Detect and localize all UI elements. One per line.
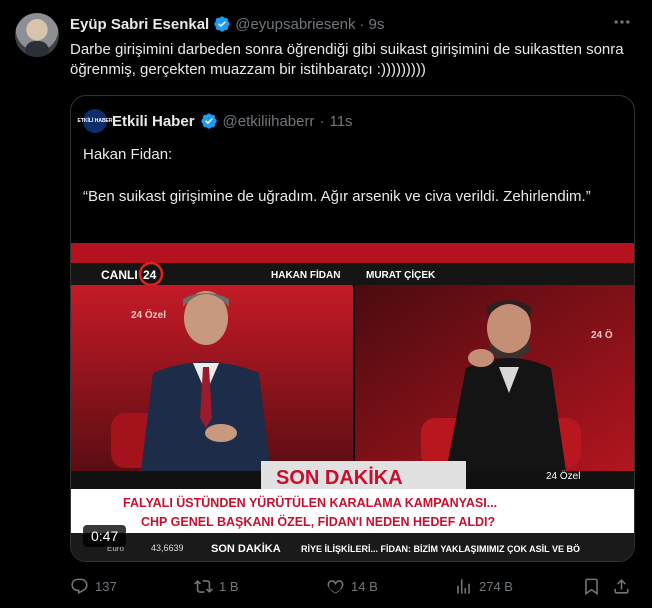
repost-button[interactable]: 1 B [194, 572, 239, 600]
tweet-header: Eyüp Sabri Esenkal @eyupsabriesenk · 9s [70, 13, 384, 35]
live-label: CANLI [101, 268, 138, 282]
quoted-tweet[interactable]: ETKİLİ HABER Etkili Haber @etkiliihaberr… [70, 95, 635, 562]
program-label-left: 24 Özel [131, 308, 166, 321]
reply-count: 137 [95, 578, 117, 594]
breaking-label: SON DAKİKA [276, 466, 403, 489]
share-button[interactable] [612, 572, 631, 600]
quoted-tweet-time[interactable]: 11s [329, 113, 352, 130]
author-handle[interactable]: @eyupsabriesenk [235, 16, 355, 33]
quoted-author-handle[interactable]: @etkiliihaberr [223, 113, 315, 130]
separator-dot: · [319, 112, 325, 130]
video-player[interactable]: CANLI 24 HAKAN FİDAN MURAT ÇİÇEK 24 Özel [71, 243, 634, 561]
views-chart-icon [457, 578, 470, 594]
ticker-label: SON DAKİKA [211, 542, 281, 555]
guest1-label: HAKAN FİDAN [271, 268, 340, 281]
verified-badge-icon [214, 16, 230, 32]
quoted-line-quote: “Ben suikast girişimine de uğradım. Ağır… [83, 188, 591, 205]
quoted-line-speaker: Hakan Fidan: [83, 146, 173, 163]
more-icon[interactable] [610, 12, 634, 36]
verified-badge-icon [200, 113, 217, 129]
bookmark-icon [585, 578, 598, 595]
repost-icon [194, 579, 213, 593]
program-label-right: 24 Ö [591, 328, 613, 341]
quoted-tweet-text: Hakan Fidan: “Ben suikast girişimine de … [83, 144, 623, 228]
headline-line-1: FALYALI ÜSTÜNDEN YÜRÜTÜLEN KARALAMA KAMP… [123, 495, 497, 510]
reply-icon [71, 578, 88, 594]
share-icon [614, 578, 629, 594]
views-count: 274 B [479, 578, 513, 594]
video-duration-badge: 0:47 [83, 525, 127, 547]
views-button[interactable]: 274 B [454, 572, 513, 600]
ticker-text: RİYE İLİŞKİLERİ... FİDAN: BİZİM YAKLAŞIM… [301, 544, 580, 554]
like-button[interactable]: 14 B [326, 572, 378, 600]
quoted-author-avatar[interactable]: ETKİLİ HABER [78, 109, 113, 133]
author-avatar[interactable] [15, 13, 59, 57]
author-name[interactable]: Eyüp Sabri Esenkal [70, 16, 209, 33]
reply-button[interactable]: 137 [70, 572, 117, 600]
like-count: 14 B [351, 578, 378, 594]
separator-dot: · [359, 15, 365, 33]
bookmark-button[interactable] [582, 572, 601, 600]
heart-icon [327, 579, 344, 594]
quoted-tweet-header: ETKİLİ HABER Etkili Haber @etkiliihaberr… [78, 108, 353, 134]
tweet-text: Darbe girişimini darbeden sonra öğrendiğ… [70, 41, 624, 78]
video-frame: CANLI 24 HAKAN FİDAN MURAT ÇİÇEK 24 Özel [71, 243, 634, 561]
guest2-label: MURAT ÇİÇEK [366, 268, 436, 281]
ticker-value: 43,6639 [151, 543, 184, 553]
tweet-time[interactable]: 9s [369, 16, 385, 33]
headline-line-2: CHP GENEL BAŞKANI ÖZEL, FİDAN'I NEDEN HE… [141, 514, 495, 529]
channel-logo: 24 [143, 268, 157, 282]
tweet[interactable]: Eyüp Sabri Esenkal @eyupsabriesenk · 9s … [0, 0, 652, 608]
quoted-author-name[interactable]: Etkili Haber [112, 113, 195, 130]
tweet-actions: 137 1 B 14 B 274 B [70, 572, 636, 600]
repost-count: 1 B [219, 578, 239, 594]
program-tag: 24 Özel [546, 470, 580, 482]
